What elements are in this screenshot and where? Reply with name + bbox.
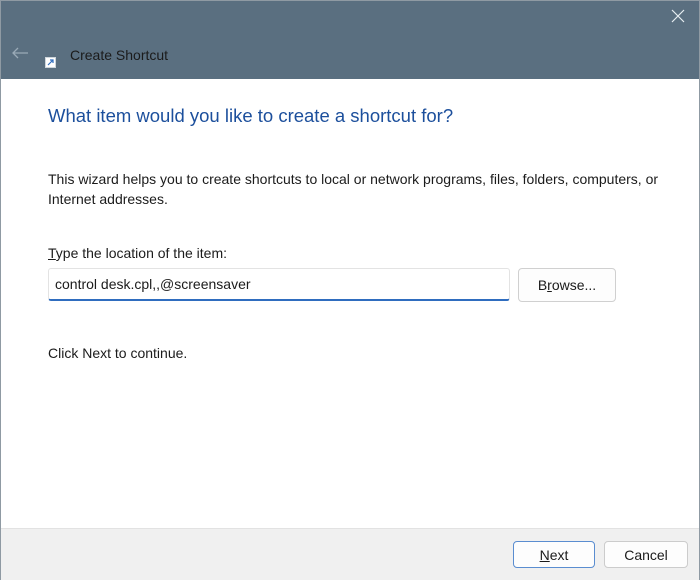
browse-button[interactable]: Br owse... <box>518 268 616 302</box>
cancel-button[interactable]: Cancel <box>604 541 688 568</box>
wizard-description: This wizard helps you to create shortcut… <box>48 171 659 207</box>
title-bar: Create Shortcut <box>1 1 699 79</box>
location-label: Type the location of the item: <box>48 245 227 261</box>
page-heading: What item would you like to create a sho… <box>48 105 454 126</box>
window-title: Create Shortcut <box>70 47 169 63</box>
location-label-mnemonic: T <box>48 245 56 261</box>
back-button[interactable] <box>9 45 31 65</box>
create-shortcut-window: Create Shortcut What item would you like… <box>0 0 700 580</box>
continue-hint: Click Next to continue. <box>48 345 188 361</box>
button-bar: Next Cancel <box>1 528 699 580</box>
close-button[interactable] <box>665 5 691 31</box>
location-input[interactable] <box>48 268 510 301</box>
close-icon <box>671 9 685 28</box>
next-button[interactable]: Next <box>513 541 595 568</box>
next-label-text: ext <box>549 546 569 563</box>
browse-label-start: B <box>537 277 548 293</box>
shortcut-arrow-icon <box>45 57 56 68</box>
next-label-mnemonic: N <box>539 546 550 563</box>
back-arrow-icon <box>11 46 29 65</box>
browse-label-end: owse... <box>551 277 597 293</box>
location-label-text: ype the location of the item: <box>55 245 227 261</box>
